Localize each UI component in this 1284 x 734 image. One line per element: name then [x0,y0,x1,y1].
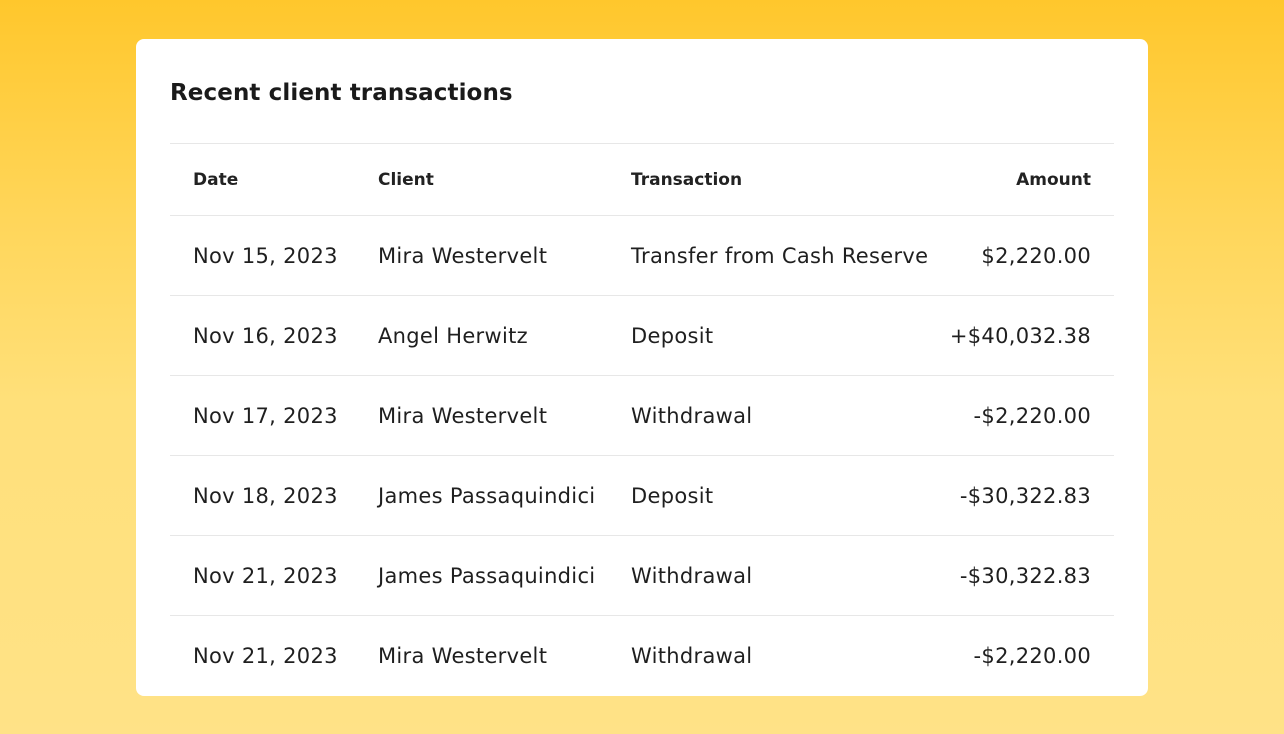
cell-client: Mira Westervelt [378,243,548,268]
cell-client: Mira Westervelt [378,403,548,428]
cell-amount: $2,220.00 [981,243,1091,268]
cell-client: James Passaquindici [378,563,596,588]
cell-amount: +$40,032.38 [949,323,1091,348]
table-row[interactable]: Nov 21, 2023 James Passaquindici Withdra… [170,536,1114,616]
cell-date: Nov 15, 2023 [193,243,338,268]
cell-transaction: Transfer from Cash Reserve [631,243,929,268]
cell-date: Nov 18, 2023 [193,483,338,508]
table-row[interactable]: Nov 18, 2023 James Passaquindici Deposit… [170,456,1114,536]
cell-transaction: Deposit [631,483,714,508]
cell-client: Angel Herwitz [378,323,528,348]
card-title: Recent client transactions [170,80,513,106]
cell-date: Nov 21, 2023 [193,563,338,588]
table-row[interactable]: Nov 15, 2023 Mira Westervelt Transfer fr… [170,216,1114,296]
cell-date: Nov 16, 2023 [193,323,338,348]
cell-client: Mira Westervelt [378,644,548,668]
transactions-card: Recent client transactions Date Client T… [136,39,1148,696]
cell-amount: -$2,220.00 [973,403,1091,428]
table-header-row: Date Client Transaction Amount [170,144,1114,216]
transactions-table: Date Client Transaction Amount Nov 15, 2… [170,143,1114,696]
table-row[interactable]: Nov 16, 2023 Angel Herwitz Deposit +$40,… [170,296,1114,376]
table-row[interactable]: Nov 17, 2023 Mira Westervelt Withdrawal … [170,376,1114,456]
cell-date: Nov 17, 2023 [193,403,338,428]
cell-amount: -$30,322.83 [959,483,1091,508]
cell-transaction: Withdrawal [631,644,753,668]
column-header-client[interactable]: Client [378,170,631,190]
cell-date: Nov 21, 2023 [193,644,338,668]
column-header-transaction[interactable]: Transaction [631,170,911,190]
cell-transaction: Deposit [631,323,714,348]
table-row[interactable]: Nov 21, 2023 Mira Westervelt Withdrawal … [170,616,1114,696]
column-header-amount[interactable]: Amount [911,170,1091,190]
cell-client: James Passaquindici [378,483,596,508]
column-header-date[interactable]: Date [193,170,378,190]
cell-amount: -$2,220.00 [973,644,1091,668]
cell-transaction: Withdrawal [631,563,753,588]
cell-amount: -$30,322.83 [959,563,1091,588]
cell-transaction: Withdrawal [631,403,753,428]
